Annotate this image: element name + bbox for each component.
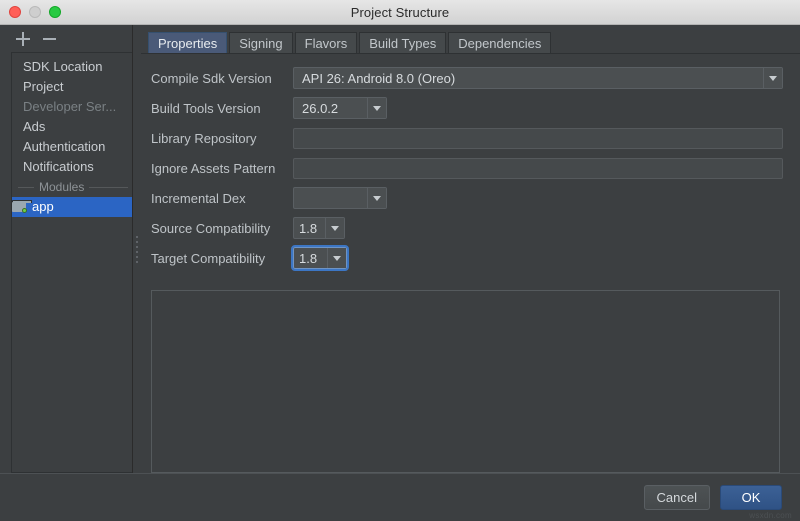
tab-label: Properties: [158, 36, 217, 51]
tab-label: Flavors: [305, 36, 348, 51]
add-module-button[interactable]: [16, 32, 30, 46]
ignore-assets-pattern-label: Ignore Assets Pattern: [151, 161, 293, 176]
sidebar-item-label: Notifications: [23, 159, 94, 174]
sidebar-toolbar: [0, 25, 132, 52]
sidebar-item-label: Ads: [23, 119, 45, 134]
sidebar-item-label: app: [32, 197, 54, 217]
compile-sdk-version-dropdown[interactable]: API 26: Android 8.0 (Oreo): [293, 67, 783, 89]
chevron-down-icon[interactable]: [367, 98, 386, 118]
tab-signing[interactable]: Signing: [229, 32, 292, 53]
tab-build-types[interactable]: Build Types: [359, 32, 446, 53]
separator-line-right: [89, 187, 128, 188]
ignore-assets-pattern-control: [293, 158, 783, 179]
tab-label: Signing: [239, 36, 282, 51]
form-row-library-repository: Library Repository: [151, 123, 780, 153]
library-repository-input[interactable]: [293, 128, 783, 149]
sidebar-item-label: SDK Location: [23, 59, 103, 74]
source-compatibility-value: 1.8: [294, 218, 325, 238]
compile-sdk-version-label: Compile Sdk Version: [151, 71, 293, 86]
tab-strip: Properties Signing Flavors Build Types D…: [141, 28, 800, 54]
sidebar-item-label: Project: [23, 79, 63, 94]
source-compatibility-dropdown[interactable]: 1.8: [293, 217, 345, 239]
form-row-build-tools-version: Build Tools Version 26.0.2: [151, 93, 780, 123]
pane-splitter[interactable]: [133, 25, 141, 473]
sidebar-item-label: Authentication: [23, 139, 105, 154]
build-tools-version-dropdown[interactable]: 26.0.2: [293, 97, 387, 119]
incremental-dex-dropdown[interactable]: [293, 187, 387, 209]
build-tools-version-label: Build Tools Version: [151, 101, 293, 116]
sidebar-item-authentication[interactable]: Authentication: [12, 137, 132, 157]
modules-group-separator: Modules: [12, 177, 132, 197]
properties-detail-panel: [151, 290, 780, 473]
dialog-footer: Cancel OK wsxdn.com: [0, 473, 800, 521]
sidebar-tree[interactable]: SDK Location Project Developer Ser... Ad…: [11, 52, 132, 473]
window-controls: [0, 6, 61, 18]
ignore-assets-pattern-input[interactable]: [293, 158, 783, 179]
form-row-ignore-assets-pattern: Ignore Assets Pattern: [151, 153, 780, 183]
remove-module-button[interactable]: [43, 32, 57, 46]
incremental-dex-control: [293, 187, 387, 209]
dialog-body: SDK Location Project Developer Ser... Ad…: [0, 25, 800, 473]
title-bar: Project Structure: [0, 0, 800, 25]
tab-properties[interactable]: Properties: [148, 32, 227, 53]
minimize-window-button[interactable]: [29, 6, 41, 18]
sidebar: SDK Location Project Developer Ser... Ad…: [0, 25, 133, 473]
close-window-button[interactable]: [9, 6, 21, 18]
library-repository-label: Library Repository: [151, 131, 293, 146]
tab-label: Dependencies: [458, 36, 541, 51]
incremental-dex-value: [294, 188, 367, 208]
compile-sdk-version-control: API 26: Android 8.0 (Oreo): [293, 67, 783, 89]
incremental-dex-label: Incremental Dex: [151, 191, 293, 206]
splitter-grip-icon: [136, 236, 138, 263]
target-compatibility-control: 1.8: [293, 247, 347, 269]
source-compatibility-control: 1.8: [293, 217, 345, 239]
modules-group-label: Modules: [39, 180, 84, 194]
tab-flavors[interactable]: Flavors: [295, 32, 358, 53]
target-compatibility-dropdown[interactable]: 1.8: [293, 247, 347, 269]
sidebar-item-label: Developer Ser...: [23, 99, 116, 114]
chevron-down-icon[interactable]: [367, 188, 386, 208]
form-row-source-compatibility: Source Compatibility 1.8: [151, 213, 780, 243]
sidebar-item-developer-services[interactable]: Developer Ser...: [12, 97, 132, 117]
ok-button[interactable]: OK: [720, 485, 782, 510]
tab-dependencies[interactable]: Dependencies: [448, 32, 551, 53]
chevron-down-icon[interactable]: [325, 218, 344, 238]
form-row-incremental-dex: Incremental Dex: [151, 183, 780, 213]
separator-line-left: [18, 187, 34, 188]
form-row-compile-sdk-version: Compile Sdk Version API 26: Android 8.0 …: [151, 63, 780, 93]
zoom-window-button[interactable]: [49, 6, 61, 18]
target-compatibility-value: 1.8: [294, 248, 327, 268]
tab-label: Build Types: [369, 36, 436, 51]
content-pane: Properties Signing Flavors Build Types D…: [141, 25, 800, 473]
sidebar-item-ads[interactable]: Ads: [12, 117, 132, 137]
project-structure-window: Project Structure SDK Location Project D…: [0, 0, 800, 521]
target-compatibility-label: Target Compatibility: [151, 251, 293, 266]
window-title: Project Structure: [0, 5, 800, 20]
build-tools-version-control: 26.0.2: [293, 97, 387, 119]
module-folder-icon: [12, 201, 27, 213]
build-tools-version-value: 26.0.2: [294, 98, 367, 118]
sidebar-item-sdk-location[interactable]: SDK Location: [12, 57, 132, 77]
chevron-down-icon[interactable]: [327, 248, 346, 268]
library-repository-control: [293, 128, 783, 149]
sidebar-item-project[interactable]: Project: [12, 77, 132, 97]
sidebar-item-notifications[interactable]: Notifications: [12, 157, 132, 177]
sidebar-item-app-module[interactable]: app: [11, 197, 132, 217]
chevron-down-icon[interactable]: [763, 68, 782, 88]
watermark: wsxdn.com: [749, 511, 792, 520]
compile-sdk-version-value: API 26: Android 8.0 (Oreo): [294, 68, 763, 88]
properties-form: Compile Sdk Version API 26: Android 8.0 …: [141, 54, 800, 273]
form-row-target-compatibility: Target Compatibility 1.8: [151, 243, 780, 273]
source-compatibility-label: Source Compatibility: [151, 221, 293, 236]
cancel-button[interactable]: Cancel: [644, 485, 710, 510]
